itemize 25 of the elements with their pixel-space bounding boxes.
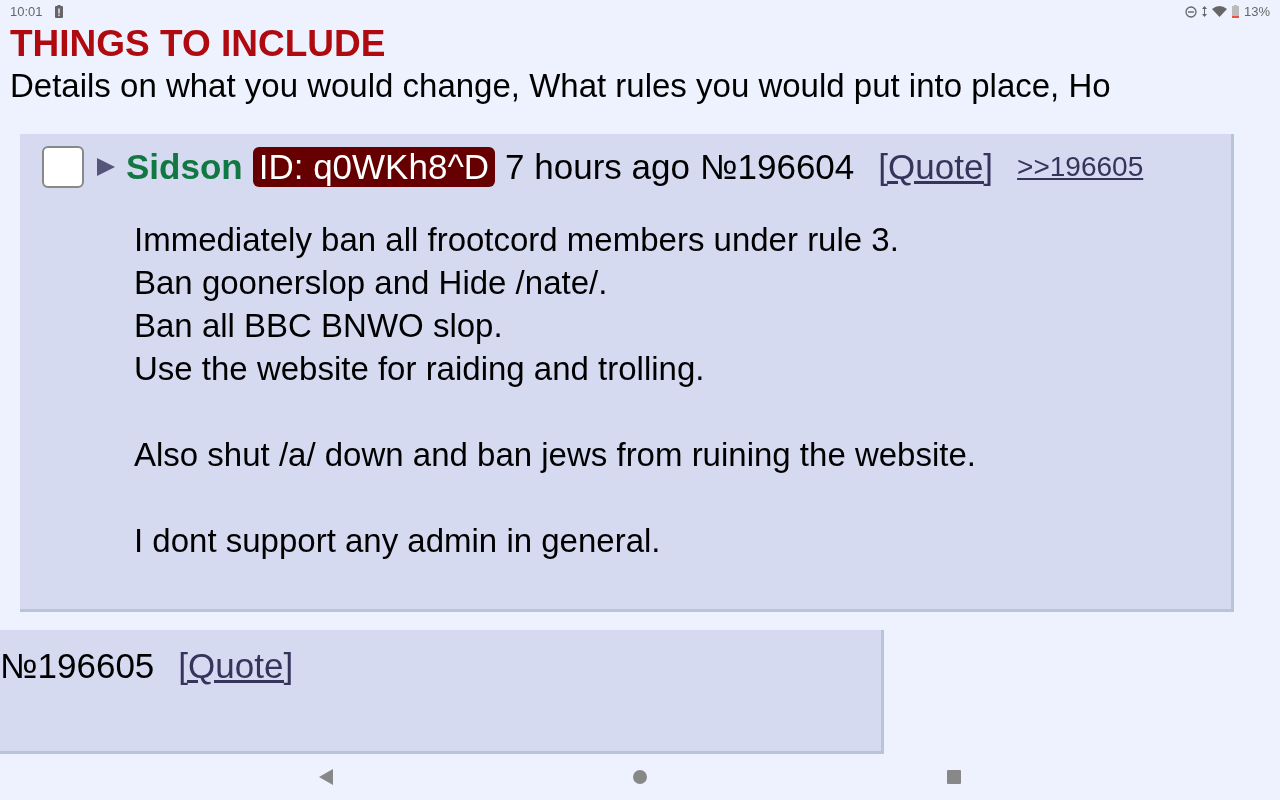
battery-icon [1231, 5, 1239, 19]
poster-name: Sidson [126, 146, 243, 187]
post-time: 7 hours ago [505, 146, 690, 187]
expand-arrow-icon[interactable] [96, 156, 116, 177]
data-arrows-icon [1201, 6, 1207, 18]
section-title: THINGS TO INCLUDE [10, 23, 386, 66]
wifi-icon [1211, 6, 1227, 18]
quote-link[interactable]: [Quote] [878, 146, 994, 187]
do-not-disturb-icon [1184, 5, 1197, 18]
post-text: I dont support any admin in general. [134, 520, 662, 561]
checkbox[interactable] [42, 145, 84, 188]
recents-icon[interactable] [947, 769, 961, 784]
quote-link[interactable]: [Quote] [178, 645, 294, 686]
battery-percentage: 13% [1243, 4, 1270, 20]
post-text: Also shut /a/ down and ban jews from ruining the website. [134, 434, 977, 475]
section-description: Details on what you would change, What rules you would put into place, Ho [10, 66, 1111, 104]
back-icon[interactable] [319, 768, 333, 785]
post-number: №196605 [0, 645, 155, 686]
reply-link[interactable]: >>196605 [1017, 150, 1144, 183]
clock: 10:01 [10, 4, 43, 20]
post-number: №196604 [699, 146, 855, 187]
battery-alert-icon [54, 5, 63, 19]
poster-id-badge: ID: q0WKh8^D [252, 146, 496, 187]
home-icon[interactable] [633, 769, 647, 784]
post-text: Immediately ban all frootcord members under rule 3. Ban goonerslop and Hide /nate/. Ban all BBC BNWO slop. Use the website for raiding and trolling. [134, 219, 900, 389]
